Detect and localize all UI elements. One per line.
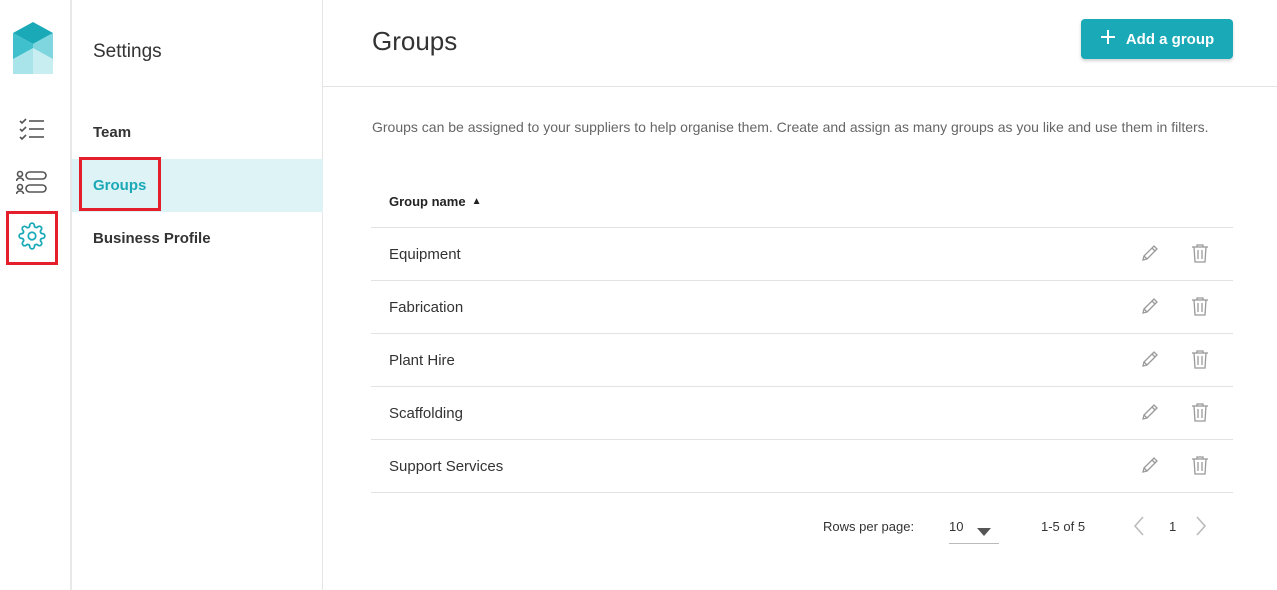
row-actions [1139, 401, 1211, 423]
group-name-cell: Fabrication [389, 298, 464, 316]
checklist-icon [18, 117, 46, 146]
edit-pencil-icon[interactable] [1139, 295, 1161, 317]
edit-pencil-icon[interactable] [1139, 454, 1161, 476]
rail-item-settings[interactable] [6, 211, 58, 265]
edit-pencil-icon[interactable] [1139, 401, 1161, 423]
row-actions [1139, 242, 1211, 264]
group-name-cell: Scaffolding [389, 404, 463, 422]
add-group-button-label: Add a group [1125, 30, 1215, 48]
pagination-range: 1-5 of 5 [1041, 519, 1086, 534]
settings-nav-item-team[interactable]: Team [72, 106, 323, 159]
column-header-group-name[interactable]: Group name ▲ [371, 175, 1233, 228]
sort-ascending-icon: ▲ [471, 195, 482, 207]
groups-table: Group name ▲ Equipment Fabrication Plant H… [371, 175, 1233, 493]
settings-nav-item-label: Groups [93, 177, 147, 194]
page-header: Groups Add a group [323, 0, 1277, 87]
group-name-cell: Plant Hire [389, 351, 455, 369]
page-description: Groups can be assigned to your suppliers… [372, 119, 1209, 135]
rail-item-tasks[interactable] [11, 110, 53, 152]
table-row[interactable]: Equipment [371, 228, 1233, 281]
trash-icon[interactable] [1189, 242, 1211, 264]
table-row[interactable]: Support Services [371, 440, 1233, 493]
rail-item-suppliers[interactable] [11, 164, 53, 206]
group-name-cell: Support Services [389, 457, 504, 475]
trash-icon[interactable] [1189, 401, 1211, 423]
pagination: Rows per page: 10 1-5 of 5 1 [371, 510, 1233, 546]
column-header-label: Group name [389, 193, 466, 209]
edit-pencil-icon[interactable] [1139, 348, 1161, 370]
add-group-button[interactable]: Add a group [1081, 19, 1233, 59]
rows-per-page-value: 10 [949, 519, 964, 534]
page-title: Groups [372, 26, 458, 56]
table-row[interactable]: Fabrication [371, 281, 1233, 334]
app-logo[interactable] [13, 22, 53, 76]
chevron-right-icon[interactable] [1195, 515, 1207, 540]
main-content: Groups Add a group Groups can be assigne… [323, 0, 1277, 590]
table-row[interactable]: Scaffolding [371, 387, 1233, 440]
row-actions [1139, 454, 1211, 476]
settings-nav-item-label: Business Profile [93, 230, 211, 247]
trash-icon[interactable] [1189, 454, 1211, 476]
row-actions [1139, 348, 1211, 370]
app-window: Settings Team Groups Business Profile Gr… [0, 0, 1277, 590]
plus-icon [1100, 29, 1116, 49]
suppliers-icon [15, 170, 48, 201]
trash-icon[interactable] [1189, 295, 1211, 317]
group-name-cell: Equipment [389, 245, 461, 263]
settings-nav-item-groups[interactable]: Groups [72, 157, 323, 212]
row-actions [1139, 295, 1211, 317]
current-page: 1 [1169, 519, 1177, 534]
settings-nav-item-business-profile[interactable]: Business Profile [72, 212, 323, 265]
settings-nav-item-label: Team [93, 124, 132, 141]
table-row[interactable]: Plant Hire [371, 334, 1233, 387]
icon-rail [0, 0, 72, 590]
settings-nav: Settings Team Groups Business Profile [72, 0, 323, 590]
edit-pencil-icon[interactable] [1139, 242, 1161, 264]
caret-down-icon [977, 524, 991, 539]
gear-icon [18, 221, 46, 255]
chevron-left-icon[interactable] [1133, 515, 1145, 540]
rows-per-page-select[interactable]: 10 [949, 512, 999, 544]
trash-icon[interactable] [1189, 348, 1211, 370]
settings-nav-title: Settings [93, 41, 162, 62]
rows-per-page-label: Rows per page: [823, 519, 915, 534]
